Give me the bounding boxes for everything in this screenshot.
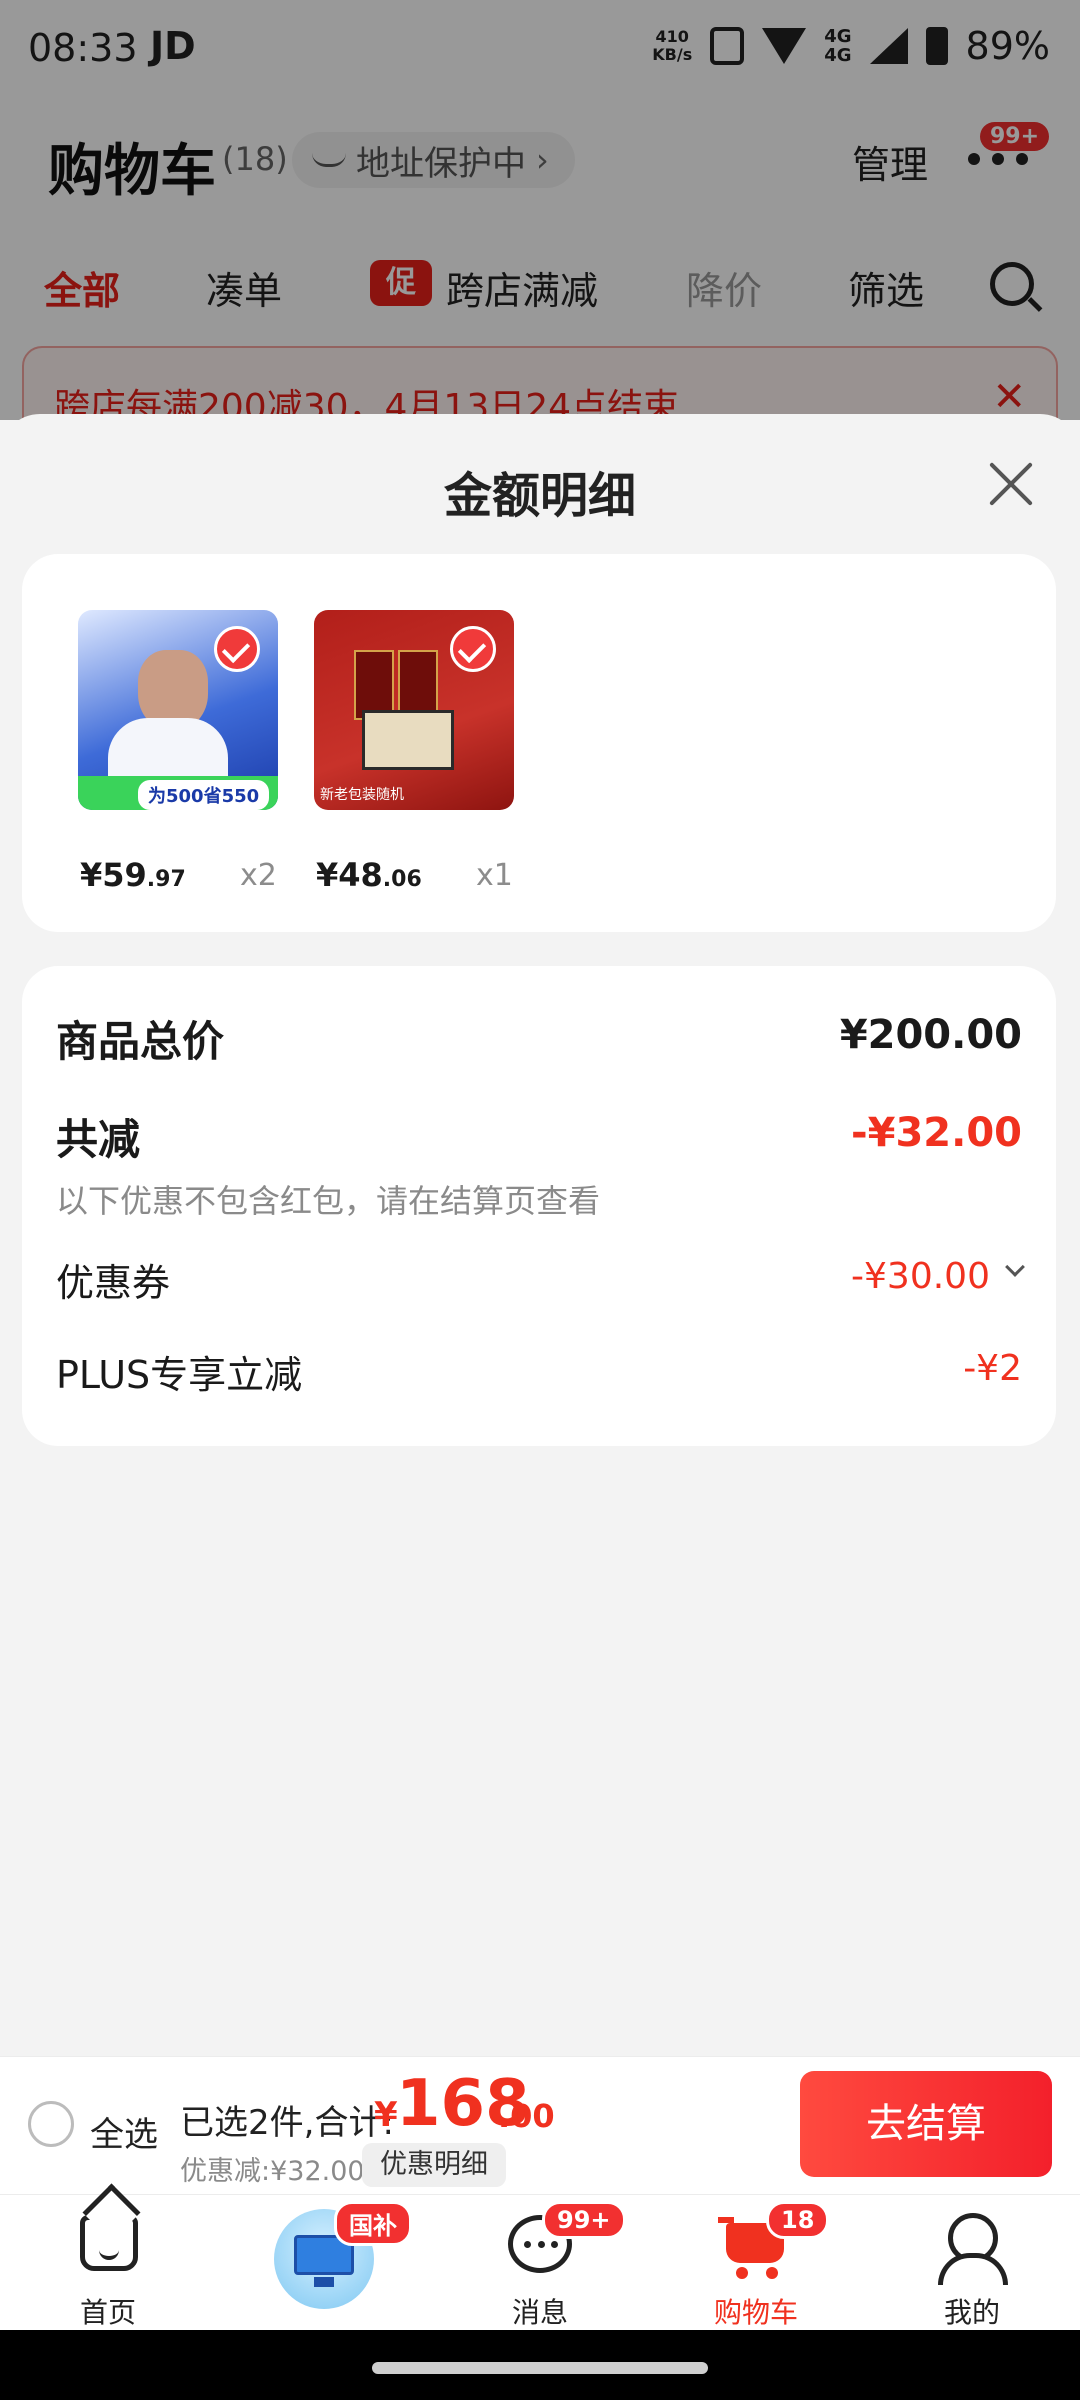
total-discount-value: -¥32.00 — [851, 1110, 1022, 1156]
product-quantity: x1 — [476, 858, 513, 893]
nav-item-home[interactable]: 首页 — [0, 2195, 216, 2331]
select-all-checkbox[interactable] — [28, 2101, 74, 2147]
subsidy-badge: 国补 — [334, 2201, 412, 2246]
nav-label: 首页 — [79, 2296, 136, 2329]
total-discount-label: 共减 — [56, 1115, 141, 1164]
discount-amount: 优惠减:¥32.00 — [180, 2156, 365, 2187]
checkout-bar: 全选 已选2件,合计: ¥ 168 .00 优惠减:¥32.00 优惠明细 去结… — [0, 2056, 1080, 2194]
amount-detail-sheet: 金额明细 为500省550 ¥59.97 x2 新老包装随机 ¥48.06 x1… — [0, 414, 1080, 2056]
chevron-down-icon[interactable] — [1005, 1257, 1025, 1277]
products-card: 为500省550 ¥59.97 x2 新老包装随机 ¥48.06 x1 — [22, 554, 1056, 932]
product-price: ¥48.06 — [316, 856, 422, 894]
discount-note: 以下优惠不包含红包，请在结算页查看 — [56, 1182, 601, 1220]
nav-label: 我的 — [943, 2296, 1000, 2329]
messages-badge: 99+ — [542, 2201, 626, 2239]
home-icon — [80, 2215, 138, 2271]
product-thumbnail: 为500省550 — [78, 610, 278, 810]
product-thumbnail: 新老包装随机 — [314, 610, 514, 810]
thumbnail-strip-text: 为500省550 — [138, 780, 270, 810]
nav-item-cart[interactable]: 18 购物车 — [648, 2195, 864, 2331]
thumbnail-caption: 新老包装随机 — [320, 787, 404, 803]
gesture-area — [0, 2330, 1080, 2400]
select-all-label[interactable]: 全选 — [90, 2107, 158, 2156]
checkmark-icon — [214, 626, 260, 672]
price-summary-card: 商品总价 ¥200.00 共减 -¥32.00 以下优惠不包含红包，请在结算页查… — [22, 966, 1056, 1446]
total-currency: ¥ — [374, 2095, 398, 2135]
total-amount-decimal: .00 — [498, 2097, 555, 2135]
nav-item-messages[interactable]: 99+ 消息 — [432, 2195, 648, 2331]
total-price-label: 商品总价 — [56, 1017, 225, 1066]
product-quantity: x2 — [240, 858, 277, 893]
nav-label: 购物车 — [713, 2296, 798, 2329]
plus-discount-label: PLUS专享立减 — [56, 1353, 303, 1397]
coupon-value[interactable]: -¥30.00 — [851, 1256, 990, 1297]
sheet-title: 金额明细 — [443, 468, 636, 524]
plus-discount-value: -¥2 — [963, 1348, 1022, 1389]
total-price-value: ¥200.00 — [839, 1012, 1022, 1058]
checkout-button[interactable]: 去结算 — [800, 2071, 1052, 2177]
selected-summary: 已选2件,合计: — [180, 2103, 394, 2143]
coupon-label: 优惠券 — [56, 1261, 171, 1305]
nav-item-subsidy[interactable]: 国补 — [216, 2195, 432, 2331]
nav-item-me[interactable]: 我的 — [864, 2195, 1080, 2331]
close-icon[interactable] — [986, 460, 1034, 508]
cart-badge: 18 — [766, 2201, 830, 2239]
product-price: ¥59.97 — [80, 856, 186, 894]
nav-label: 消息 — [511, 2296, 568, 2329]
checkmark-icon — [450, 626, 496, 672]
discount-detail-button[interactable]: 优惠明细 — [362, 2143, 506, 2187]
home-gesture-handle[interactable] — [372, 2362, 708, 2374]
bottom-navigation: 首页 国补 99+ 消息 18 购物车 我的 — [0, 2194, 1080, 2330]
dim-overlay[interactable] — [0, 0, 1080, 420]
